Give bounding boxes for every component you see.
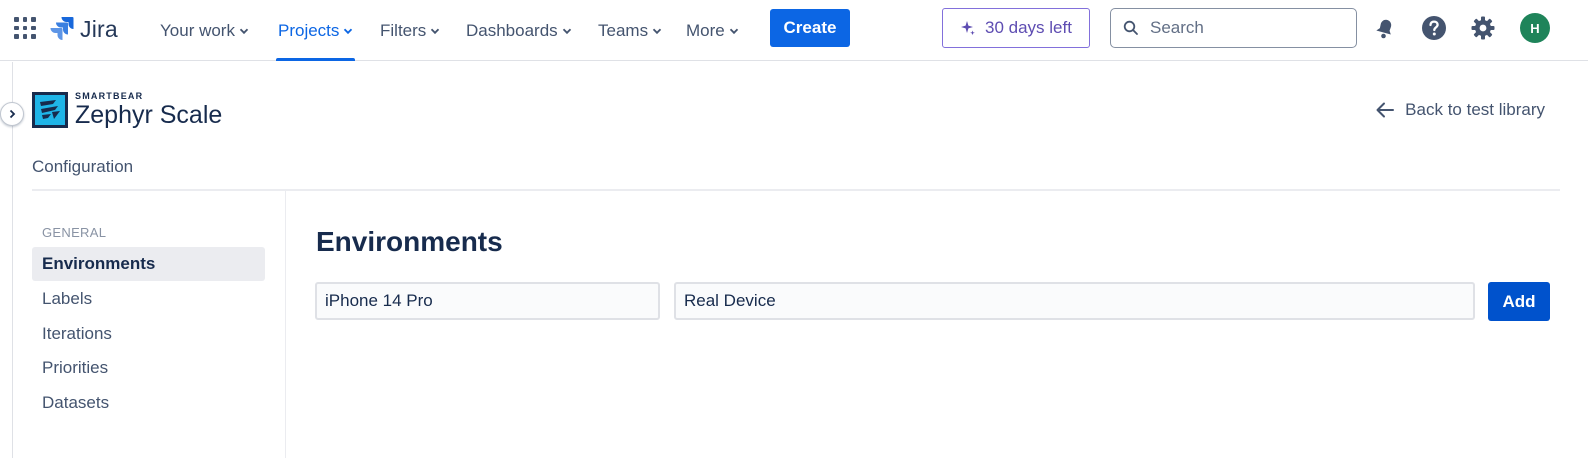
trial-days-left-label: 30 days left: [985, 18, 1072, 37]
nav-more-label: More: [686, 20, 725, 40]
avatar-initial: H: [1530, 20, 1540, 36]
top-navigation: Jira Your work Projects Filters Dashboar…: [0, 0, 1588, 61]
notifications-icon[interactable]: [1371, 15, 1397, 41]
page-title: Configuration: [32, 157, 134, 176]
expand-sidebar-button[interactable]: [0, 102, 24, 126]
arrow-left-icon: [1376, 102, 1395, 118]
sidebar-item-label: Datasets: [42, 393, 110, 412]
nav-teams-label: Teams: [598, 20, 649, 40]
nav-dashboards[interactable]: Dashboards: [466, 0, 572, 61]
sidebar-item-labels[interactable]: Labels: [32, 282, 265, 316]
chevron-down-icon: [562, 28, 571, 34]
sidebar-item-datasets[interactable]: Datasets: [32, 386, 265, 420]
chevron-down-icon: [344, 28, 353, 34]
sidebar-item-label: Iterations: [42, 324, 112, 343]
sidebar-item-iterations[interactable]: Iterations: [32, 317, 265, 351]
chevron-right-icon: [9, 109, 16, 119]
zephyr-scale-logo: SMARTBEAR Zephyr Scale: [32, 90, 222, 130]
environment-description-input[interactable]: [674, 282, 1475, 320]
nav-filters-label: Filters: [380, 20, 427, 40]
jira-logo[interactable]: Jira: [50, 14, 118, 44]
brand-name: Zephyr Scale: [75, 101, 223, 129]
zephyr-scale-logo-icon: [32, 92, 68, 128]
back-to-test-library-link[interactable]: Back to test library: [1375, 100, 1545, 120]
nav-your-work-label: Your work: [160, 20, 235, 40]
search-icon: [1123, 20, 1138, 35]
nav-dashboards-label: Dashboards: [466, 20, 558, 40]
chevron-down-icon: [239, 28, 249, 34]
sidebar-item-label: Labels: [42, 289, 93, 308]
sidebar-item-environments[interactable]: Environments: [32, 247, 265, 281]
nav-more[interactable]: More: [686, 0, 739, 61]
search-box[interactable]: [1110, 8, 1357, 48]
brand-small-text: SMARTBEAR: [75, 91, 144, 101]
sparkle-icon: [961, 21, 975, 36]
app-switcher-icon[interactable]: [14, 17, 36, 39]
sidebar-divider: [285, 191, 286, 458]
create-button[interactable]: Create: [770, 9, 850, 47]
nav-your-work[interactable]: Your work: [160, 0, 249, 61]
nav-filters[interactable]: Filters: [380, 0, 440, 61]
chevron-down-icon: [431, 28, 440, 34]
sidebar-item-label: Priorities: [42, 358, 109, 377]
help-icon[interactable]: [1421, 15, 1447, 41]
header-divider: [32, 189, 1560, 191]
jira-logo-text: Jira: [80, 15, 118, 42]
add-environment-button[interactable]: Add: [1488, 282, 1550, 321]
nav-projects[interactable]: Projects: [275, 0, 356, 61]
settings-icon[interactable]: [1470, 15, 1496, 41]
chevron-down-icon: [652, 28, 662, 34]
trial-days-left-button[interactable]: 30 days left: [942, 8, 1090, 48]
sidebar-item-priorities[interactable]: Priorities: [32, 351, 265, 385]
search-input[interactable]: [1148, 17, 1342, 39]
nav-projects-label: Projects: [278, 20, 340, 40]
environment-name-input[interactable]: [315, 282, 660, 320]
sidebar-item-label: Environments: [42, 254, 156, 273]
back-to-test-library-label: Back to test library: [1405, 100, 1545, 119]
section-heading: Environments: [316, 226, 503, 257]
nav-teams[interactable]: Teams: [598, 0, 662, 61]
chevron-down-icon: [729, 28, 738, 34]
sidebar-group-label: GENERAL: [42, 225, 107, 240]
jira-logo-icon: [50, 17, 74, 40]
avatar[interactable]: H: [1520, 13, 1550, 43]
